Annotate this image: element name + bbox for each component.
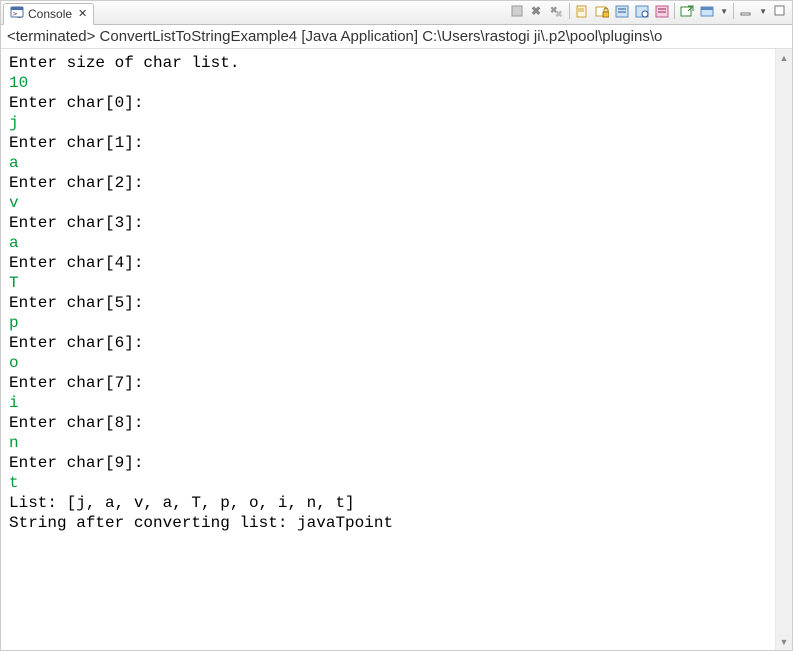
console-area: Enter size of char list.10Enter char[0]:…	[1, 49, 792, 650]
console-input-line: o	[9, 353, 767, 373]
toolbar-separator	[569, 3, 570, 19]
console-output-line: Enter char[4]:	[9, 253, 767, 273]
console-output-line: Enter char[8]:	[9, 413, 767, 433]
toolbar-separator	[674, 3, 675, 19]
clear-console-icon[interactable]	[574, 3, 590, 19]
toolbar-separator	[733, 3, 734, 19]
console-input-line: a	[9, 233, 767, 253]
console-output-line: Enter char[0]:	[9, 93, 767, 113]
minimize-icon[interactable]	[738, 3, 754, 19]
svg-text:✖: ✖	[555, 9, 563, 18]
view-tabbar: >_ Console ✕ ✖ ✖ ✖	[1, 1, 792, 25]
console-input-line: T	[9, 273, 767, 293]
console-tab-icon: >_	[10, 5, 24, 22]
console-input-line: t	[9, 473, 767, 493]
console-output-line: Enter size of char list.	[9, 53, 767, 73]
console-input-line: a	[9, 153, 767, 173]
console-tab[interactable]: >_ Console ✕	[3, 3, 94, 25]
console-tab-label: Console	[28, 7, 72, 21]
scroll-up-icon[interactable]: ▲	[776, 49, 792, 66]
word-wrap-icon[interactable]	[614, 3, 630, 19]
svg-text:✖: ✖	[531, 4, 541, 18]
console-input-line: 10	[9, 73, 767, 93]
maximize-icon[interactable]	[772, 3, 788, 19]
svg-text:>_: >_	[13, 10, 22, 18]
view-toolbar: ✖ ✖ ✖	[509, 3, 788, 19]
scroll-lock-icon[interactable]	[594, 3, 610, 19]
open-console-icon[interactable]	[679, 3, 695, 19]
launch-status-line: <terminated> ConvertListToStringExample4…	[1, 25, 792, 49]
console-output-line: Enter char[6]:	[9, 333, 767, 353]
console-output-line: Enter char[9]:	[9, 453, 767, 473]
console-input-line: n	[9, 433, 767, 453]
console-output-line: String after converting list: javaTpoint	[9, 513, 767, 533]
console-output-line: Enter char[7]:	[9, 373, 767, 393]
remove-launch-icon[interactable]: ✖	[529, 3, 545, 19]
display-selected-icon[interactable]	[654, 3, 670, 19]
pin-console-icon[interactable]	[634, 3, 650, 19]
console-output-line: Enter char[5]:	[9, 293, 767, 313]
terminate-icon[interactable]	[509, 3, 525, 19]
new-console-icon[interactable]	[699, 3, 715, 19]
dropdown-arrow-icon[interactable]: ▼	[719, 7, 729, 16]
console-output[interactable]: Enter size of char list.10Enter char[0]:…	[1, 49, 775, 650]
remove-all-terminated-icon[interactable]: ✖ ✖	[549, 3, 565, 19]
console-output-line: Enter char[2]:	[9, 173, 767, 193]
console-input-line: j	[9, 113, 767, 133]
console-output-line: Enter char[3]:	[9, 213, 767, 233]
console-output-line: Enter char[1]:	[9, 133, 767, 153]
console-output-line: List: [j, a, v, a, T, p, o, i, n, t]	[9, 493, 767, 513]
console-input-line: v	[9, 193, 767, 213]
dropdown-arrow-icon[interactable]: ▼	[758, 7, 768, 16]
vertical-scrollbar[interactable]: ▲ ▼	[775, 49, 792, 650]
close-tab-icon[interactable]: ✕	[76, 7, 87, 20]
console-input-line: i	[9, 393, 767, 413]
scroll-down-icon[interactable]: ▼	[776, 633, 792, 650]
console-input-line: p	[9, 313, 767, 333]
